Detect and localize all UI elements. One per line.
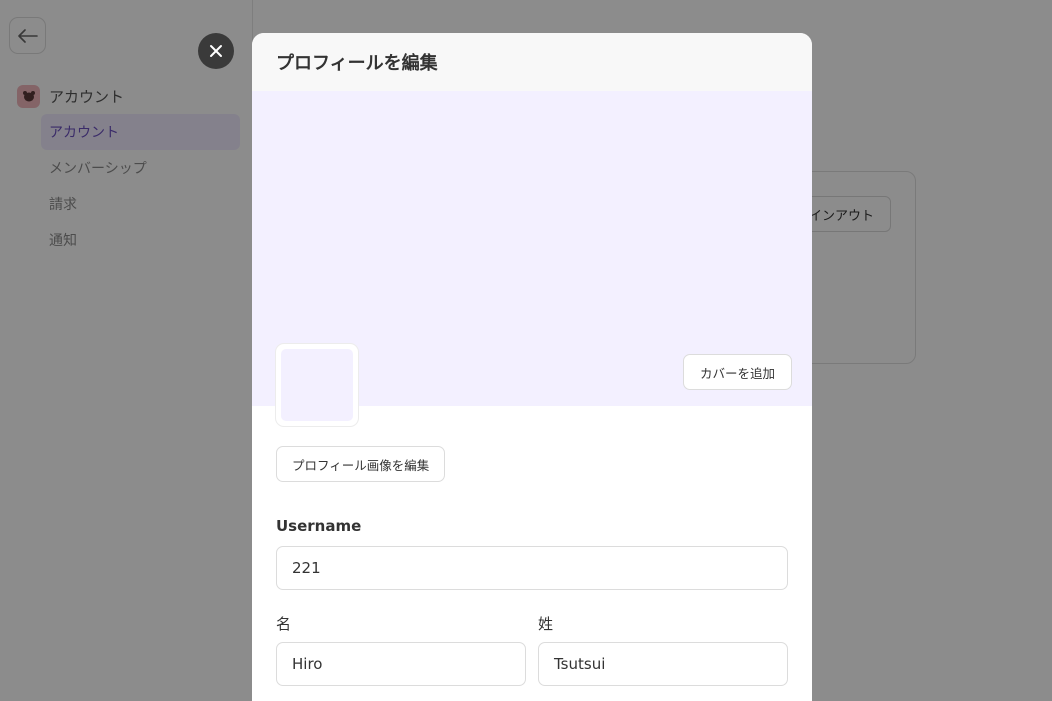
avatar-placeholder bbox=[281, 349, 353, 421]
close-modal-button[interactable] bbox=[198, 33, 234, 69]
username-input[interactable]: 221 bbox=[276, 546, 788, 590]
profile-avatar bbox=[276, 344, 358, 426]
close-icon bbox=[210, 45, 222, 57]
first-name-input[interactable]: Hiro bbox=[276, 642, 526, 686]
first-name-label: 名 bbox=[276, 615, 292, 633]
edit-profile-modal: プロフィールを編集 カバーを追加 プロフィール画像を編集 Username 22… bbox=[252, 33, 812, 701]
edit-profile-image-button[interactable]: プロフィール画像を編集 bbox=[276, 446, 446, 482]
modal-title: プロフィールを編集 bbox=[276, 53, 438, 74]
username-label: Username bbox=[276, 517, 362, 535]
last-name-input[interactable]: Tsutsui bbox=[538, 642, 788, 686]
modal-header: プロフィールを編集 bbox=[252, 33, 812, 91]
last-name-label: 姓 bbox=[538, 615, 554, 633]
add-cover-button[interactable]: カバーを追加 bbox=[682, 354, 792, 390]
